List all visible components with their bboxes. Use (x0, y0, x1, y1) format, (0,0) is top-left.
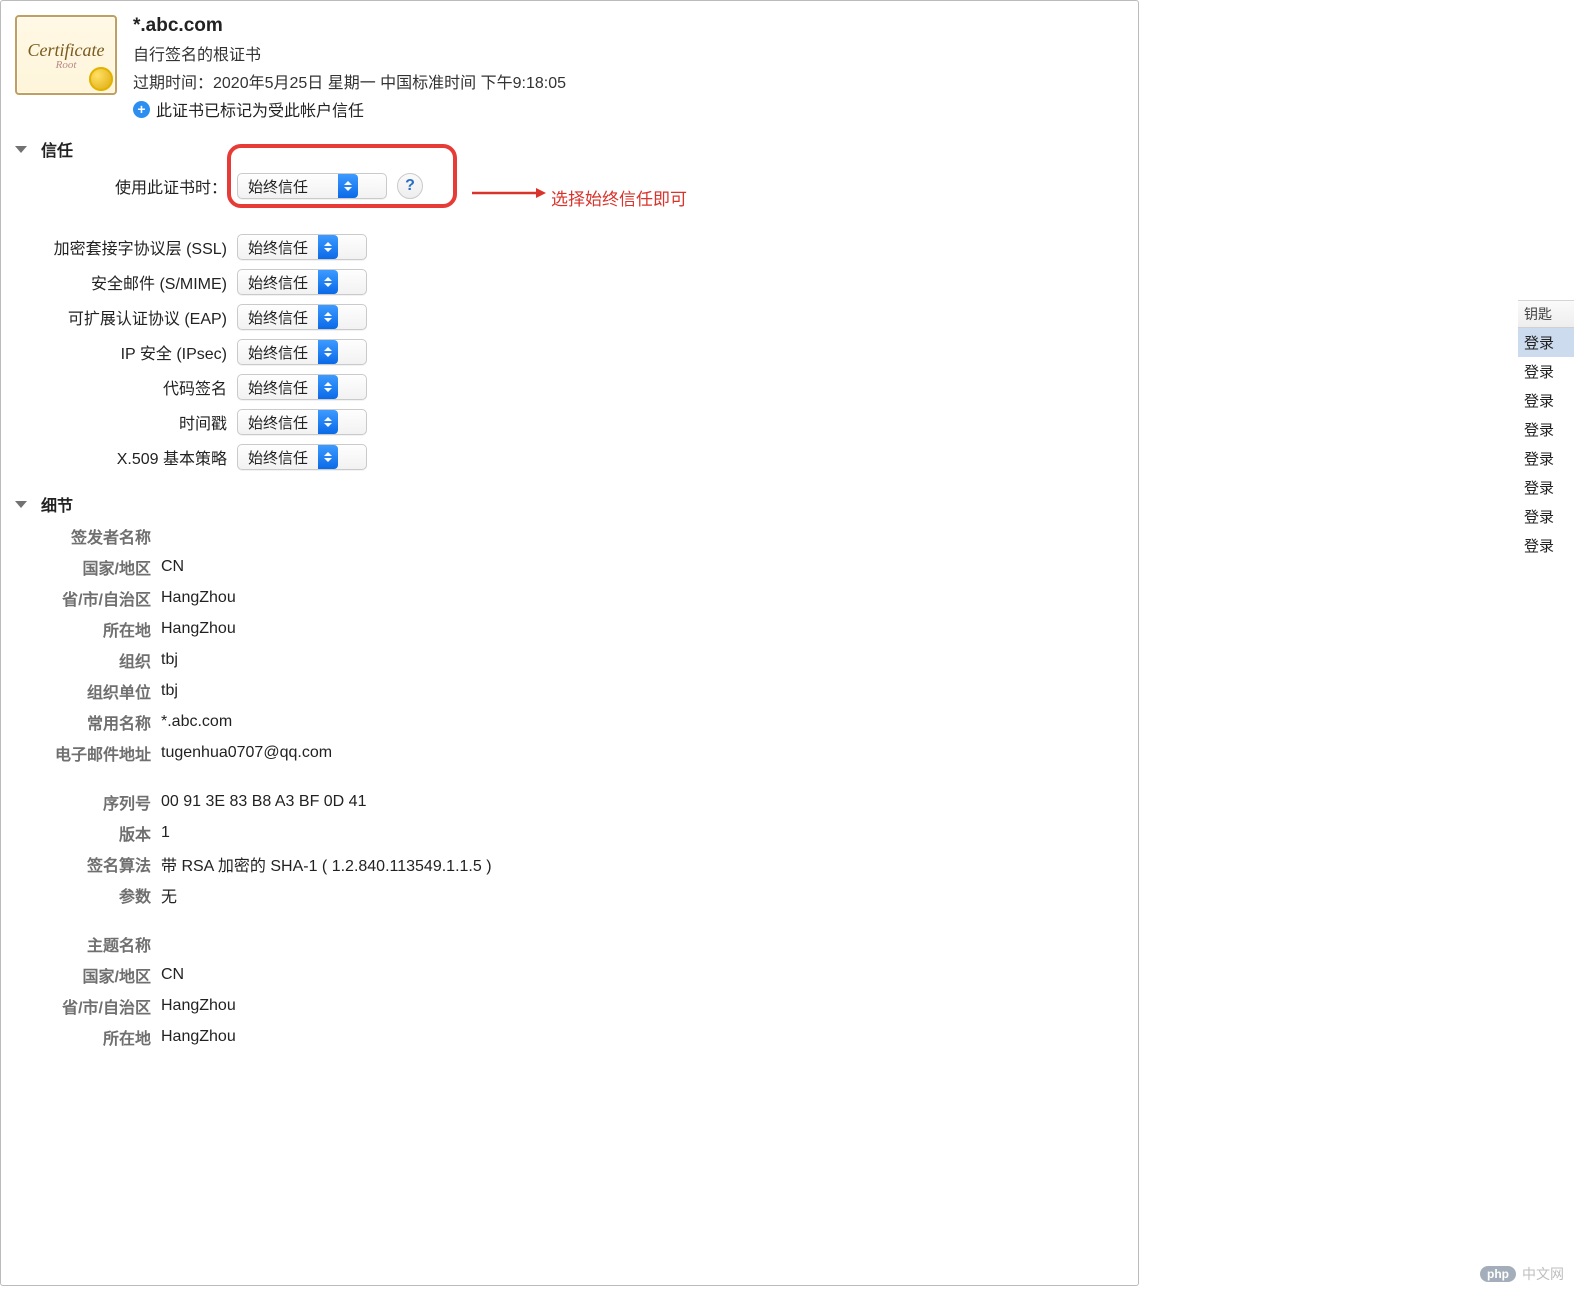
detail-label: 签名算法 (1, 852, 161, 876)
detail-label: 国家/地区 (1, 555, 161, 579)
annotation-text: 选择始终信任即可 (551, 185, 687, 210)
detail-label: 版本 (1, 821, 161, 845)
certificate-expiry: 过期时间：2020年5月25日 星期一 中国标准时间 下午9:18:05 (133, 69, 1128, 93)
trust-row-select-ipsec[interactable]: 始终信任 (237, 339, 367, 365)
detail-label: 省/市/自治区 (1, 994, 161, 1018)
details-grid: 签发者名称 国家/地区 CN 省/市/自治区 HangZhou 所在地 Hang… (1, 520, 1138, 1055)
disclosure-triangle-icon (15, 501, 27, 508)
certificate-icon: Certificate Root (15, 15, 117, 95)
keychain-sidebar: 钥匙 登录 登录 登录 登录 登录 登录 登录 登录 (1518, 0, 1574, 1292)
keychain-row[interactable]: 登录 (1518, 531, 1574, 560)
trust-row-select-ssl[interactable]: 始终信任 (237, 234, 367, 260)
detail-label: 所在地 (1, 1025, 161, 1049)
trust-row-label: X.509 基本策略 (1, 445, 237, 469)
keychain-row[interactable]: 登录 (1518, 357, 1574, 386)
select-arrows-icon (318, 235, 338, 259)
trust-section-toggle[interactable]: 信任 (1, 125, 1138, 165)
detail-label: 所在地 (1, 617, 161, 641)
select-arrows-icon (318, 445, 338, 469)
select-arrows-icon (318, 305, 338, 329)
detail-value: HangZhou (161, 586, 1138, 610)
detail-label: 组织单位 (1, 679, 161, 703)
trust-row-label: 时间戳 (1, 410, 237, 434)
certificate-header: Certificate Root *.abc.com 自行签名的根证书 过期时间… (1, 1, 1138, 125)
detail-label: 省/市/自治区 (1, 586, 161, 610)
detail-value: tugenhua0707@qq.com (161, 741, 1138, 765)
trust-row-select-timestamp[interactable]: 始终信任 (237, 409, 367, 435)
detail-value: tbj (161, 679, 1138, 703)
watermark-badge: php (1480, 1266, 1516, 1282)
subject-heading: 主题名称 (1, 914, 161, 956)
detail-value: HangZhou (161, 1025, 1138, 1049)
certificate-subtitle: 自行签名的根证书 (133, 41, 1128, 65)
details-section-toggle[interactable]: 细节 (1, 480, 1138, 520)
certificate-icon-sub: Root (56, 59, 77, 71)
issuer-heading: 签发者名称 (1, 524, 161, 548)
trust-row-select-x509[interactable]: 始终信任 (237, 444, 367, 470)
detail-value: HangZhou (161, 994, 1138, 1018)
keychain-row[interactable]: 登录 (1518, 473, 1574, 502)
detail-label: 组织 (1, 648, 161, 672)
keychain-column-header[interactable]: 钥匙 (1518, 300, 1574, 328)
detail-value: 1 (161, 821, 1138, 845)
details-section-title: 细节 (41, 492, 73, 516)
detail-value: CN (161, 963, 1138, 987)
trust-status-text: 此证书已标记为受此帐户信任 (156, 97, 364, 121)
certificate-detail-pane: Certificate Root *.abc.com 自行签名的根证书 过期时间… (0, 0, 1139, 1286)
certificate-name: *.abc.com (133, 15, 1128, 37)
plus-badge-icon: + (133, 101, 150, 118)
keychain-row[interactable]: 登录 (1518, 386, 1574, 415)
select-arrows-icon (318, 410, 338, 434)
use-cert-label: 使用此证书时： (1, 174, 237, 198)
trust-status-line: + 此证书已标记为受此帐户信任 (133, 97, 1128, 121)
watermark-text: 中文网 (1522, 1264, 1564, 1284)
detail-label: 电子邮件地址 (1, 741, 161, 765)
detail-label: 常用名称 (1, 710, 161, 734)
detail-label: 序列号 (1, 772, 161, 814)
trust-row-select-eap[interactable]: 始终信任 (237, 304, 367, 330)
detail-label: 国家/地区 (1, 963, 161, 987)
detail-value: *.abc.com (161, 710, 1138, 734)
trust-section-title: 信任 (41, 137, 73, 161)
certificate-icon-title: Certificate (28, 40, 105, 61)
trust-row-label: 代码签名 (1, 375, 237, 399)
trust-row-label: 安全邮件 (S/MIME) (1, 270, 237, 294)
help-button[interactable]: ? (397, 173, 423, 199)
detail-value: HangZhou (161, 617, 1138, 641)
detail-value: tbj (161, 648, 1138, 672)
trust-row-label: IP 安全 (IPsec) (1, 340, 237, 364)
keychain-row[interactable]: 登录 (1518, 328, 1574, 357)
disclosure-triangle-icon (15, 146, 27, 153)
select-arrows-icon (338, 174, 358, 198)
seal-icon (89, 67, 113, 91)
detail-label: 参数 (1, 883, 161, 907)
keychain-row[interactable]: 登录 (1518, 502, 1574, 531)
watermark: php 中文网 (1480, 1264, 1564, 1284)
detail-value: 00 91 3E 83 B8 A3 BF 0D 41 (161, 772, 1138, 814)
select-arrows-icon (318, 340, 338, 364)
trust-row-select-codesign[interactable]: 始终信任 (237, 374, 367, 400)
trust-row-label: 可扩展认证协议 (EAP) (1, 305, 237, 329)
use-cert-select[interactable]: 始终信任 (237, 173, 387, 199)
select-arrows-icon (318, 375, 338, 399)
trust-settings-grid: 使用此证书时： 始终信任 ? 加密套接字协议层 (SSL) 始终信任 安全邮件 … (1, 165, 1138, 480)
use-cert-select-value: 始终信任 (238, 176, 338, 197)
trust-row-label: 加密套接字协议层 (SSL) (1, 235, 237, 259)
keychain-row[interactable]: 登录 (1518, 415, 1574, 444)
detail-value: CN (161, 555, 1138, 579)
trust-row-select-smime[interactable]: 始终信任 (237, 269, 367, 295)
keychain-row[interactable]: 登录 (1518, 444, 1574, 473)
detail-value: 无 (161, 883, 1138, 907)
select-arrows-icon (318, 270, 338, 294)
detail-value: 带 RSA 加密的 SHA-1 ( 1.2.840.113549.1.1.5 ) (161, 852, 1138, 876)
